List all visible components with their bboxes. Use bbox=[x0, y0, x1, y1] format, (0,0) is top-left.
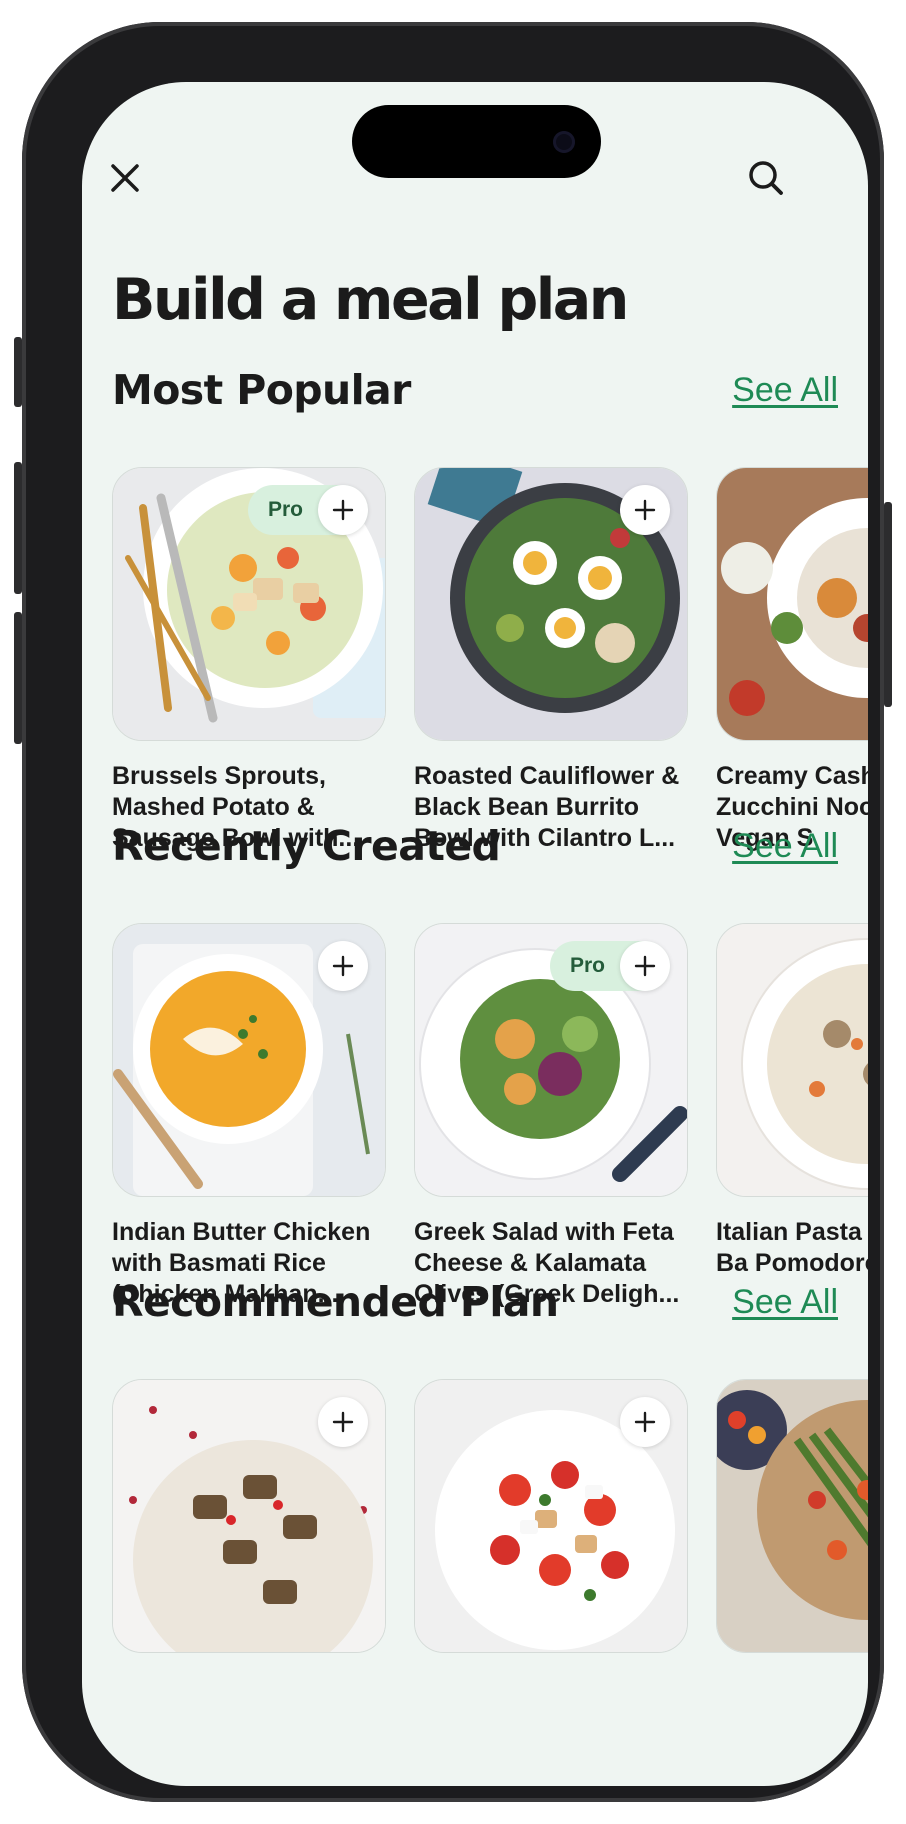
action-button bbox=[14, 337, 22, 407]
recipe-card[interactable] bbox=[112, 1379, 386, 1653]
add-to-plan-button[interactable] bbox=[620, 1397, 670, 1447]
volume-down-button bbox=[14, 612, 22, 744]
search-icon bbox=[749, 161, 783, 195]
section-header-recently-created: Recently Created See All bbox=[112, 816, 838, 876]
recipe-image bbox=[112, 1379, 386, 1653]
plus-icon bbox=[332, 499, 354, 521]
recipe-card[interactable] bbox=[716, 1379, 868, 1653]
recipe-card[interactable]: Creamy Cashew Zucchini Noodles with Vega… bbox=[716, 467, 868, 854]
plus-icon bbox=[634, 1411, 656, 1433]
recipe-title: Italian Pasta Tomato & Ba Pomodoro) a bbox=[716, 1218, 868, 1277]
recipe-image bbox=[414, 467, 688, 741]
recipe-card[interactable]: Roasted Cauliflower & Black Bean Burrito… bbox=[414, 467, 688, 854]
volume-up-button bbox=[14, 462, 22, 594]
add-to-plan-button[interactable] bbox=[318, 1397, 368, 1447]
recipe-image bbox=[716, 923, 868, 1197]
front-camera bbox=[553, 131, 575, 153]
section-title: Recently Created bbox=[112, 822, 501, 870]
recently-created-carousel[interactable]: Indian Butter Chicken with Basmati Rice … bbox=[112, 923, 868, 1313]
recipe-card[interactable]: Pro Greek Salad with Feta Cheese & Kalam… bbox=[414, 923, 688, 1310]
recipe-card[interactable]: Pro Brussels Sprouts, Mashed Potato & Sa… bbox=[112, 467, 386, 854]
recipe-image bbox=[716, 467, 868, 741]
plus-icon bbox=[332, 955, 354, 977]
app-screen: Build a meal plan Most Popular See All P… bbox=[82, 82, 868, 1786]
add-to-plan-button[interactable] bbox=[620, 941, 670, 991]
close-button[interactable] bbox=[103, 156, 147, 200]
section-header-most-popular: Most Popular See All bbox=[112, 360, 838, 420]
recipe-card[interactable]: Indian Butter Chicken with Basmati Rice … bbox=[112, 923, 386, 1310]
add-to-plan-button[interactable] bbox=[318, 485, 368, 535]
power-button bbox=[884, 502, 892, 707]
dynamic-island bbox=[352, 105, 601, 178]
see-all-link[interactable]: See All bbox=[732, 371, 838, 410]
see-all-link[interactable]: See All bbox=[732, 1283, 838, 1322]
plus-icon bbox=[634, 499, 656, 521]
add-to-plan-button[interactable] bbox=[620, 485, 670, 535]
recipe-image bbox=[716, 1379, 868, 1653]
add-to-plan-button[interactable] bbox=[318, 941, 368, 991]
plus-icon bbox=[634, 955, 656, 977]
page-title: Build a meal plan bbox=[112, 267, 629, 333]
search-button[interactable] bbox=[744, 156, 788, 200]
recipe-image: Pro bbox=[112, 467, 386, 741]
plus-icon bbox=[332, 1411, 354, 1433]
section-title: Most Popular bbox=[112, 366, 411, 414]
recipe-image bbox=[414, 1379, 688, 1653]
most-popular-carousel[interactable]: Pro Brussels Sprouts, Mashed Potato & Sa… bbox=[112, 467, 868, 857]
recipe-image bbox=[112, 923, 386, 1197]
see-all-link[interactable]: See All bbox=[732, 827, 838, 866]
recipe-card[interactable]: Italian Pasta Tomato & Ba Pomodoro) a bbox=[716, 923, 868, 1279]
phone-frame: Build a meal plan Most Popular See All P… bbox=[14, 22, 892, 1802]
close-icon bbox=[111, 164, 139, 192]
recipe-image: Pro bbox=[414, 923, 688, 1197]
recommended-plan-carousel[interactable] bbox=[112, 1379, 868, 1769]
section-header-recommended-plan: Recommended Plan See All bbox=[112, 1272, 838, 1332]
section-title: Recommended Plan bbox=[112, 1278, 559, 1326]
recipe-card[interactable] bbox=[414, 1379, 688, 1653]
